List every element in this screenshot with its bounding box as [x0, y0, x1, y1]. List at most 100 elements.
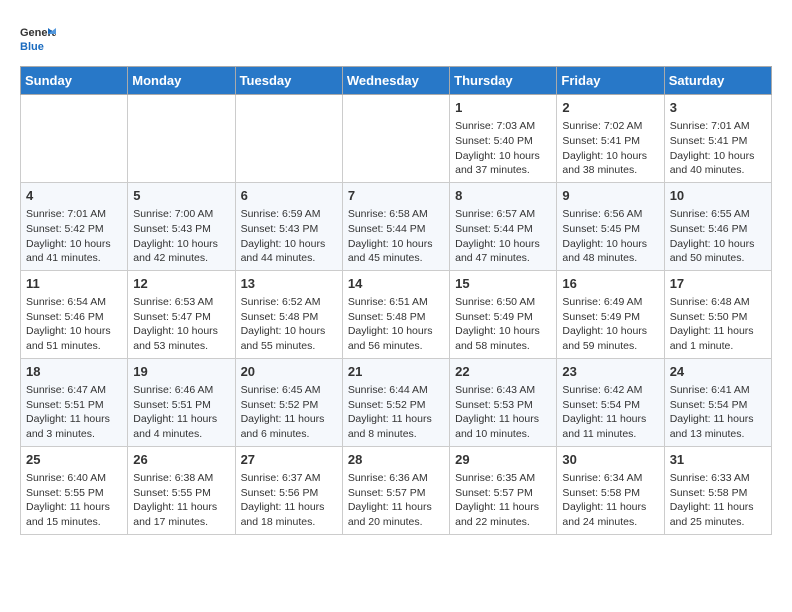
- day-info: and 56 minutes.: [348, 339, 444, 354]
- day-info: Sunrise: 7:03 AM: [455, 119, 551, 134]
- day-info: and 18 minutes.: [241, 515, 337, 530]
- calendar-cell: 22Sunrise: 6:43 AMSunset: 5:53 PMDayligh…: [450, 358, 557, 446]
- calendar-cell: 21Sunrise: 6:44 AMSunset: 5:52 PMDayligh…: [342, 358, 449, 446]
- day-number: 6: [241, 187, 337, 205]
- day-info: Sunrise: 6:44 AM: [348, 383, 444, 398]
- day-info: and 1 minute.: [670, 339, 766, 354]
- day-info: Daylight: 10 hours: [133, 324, 229, 339]
- day-info: Sunrise: 6:57 AM: [455, 207, 551, 222]
- day-info: and 8 minutes.: [348, 427, 444, 442]
- calendar-cell: 28Sunrise: 6:36 AMSunset: 5:57 PMDayligh…: [342, 446, 449, 534]
- day-number: 20: [241, 363, 337, 381]
- day-info: Sunrise: 6:48 AM: [670, 295, 766, 310]
- day-number: 23: [562, 363, 658, 381]
- day-info: Sunset: 5:44 PM: [455, 222, 551, 237]
- day-info: and 4 minutes.: [133, 427, 229, 442]
- day-info: and 24 minutes.: [562, 515, 658, 530]
- day-info: and 48 minutes.: [562, 251, 658, 266]
- calendar-cell: 3Sunrise: 7:01 AMSunset: 5:41 PMDaylight…: [664, 95, 771, 183]
- day-info: Sunrise: 6:59 AM: [241, 207, 337, 222]
- day-number: 11: [26, 275, 122, 293]
- day-number: 8: [455, 187, 551, 205]
- calendar-cell: 23Sunrise: 6:42 AMSunset: 5:54 PMDayligh…: [557, 358, 664, 446]
- day-info: Sunrise: 6:51 AM: [348, 295, 444, 310]
- day-info: Sunset: 5:49 PM: [562, 310, 658, 325]
- day-info: and 22 minutes.: [455, 515, 551, 530]
- day-info: Sunrise: 7:01 AM: [26, 207, 122, 222]
- day-info: Sunset: 5:52 PM: [348, 398, 444, 413]
- page-header: General Blue: [20, 20, 772, 56]
- day-info: and 25 minutes.: [670, 515, 766, 530]
- week-row-2: 4Sunrise: 7:01 AMSunset: 5:42 PMDaylight…: [21, 182, 772, 270]
- day-info: Sunrise: 6:47 AM: [26, 383, 122, 398]
- day-info: Sunset: 5:48 PM: [241, 310, 337, 325]
- day-info: Sunrise: 6:46 AM: [133, 383, 229, 398]
- day-number: 17: [670, 275, 766, 293]
- calendar-cell: 13Sunrise: 6:52 AMSunset: 5:48 PMDayligh…: [235, 270, 342, 358]
- day-info: Sunrise: 6:35 AM: [455, 471, 551, 486]
- day-info: Sunset: 5:41 PM: [562, 134, 658, 149]
- calendar-cell: 24Sunrise: 6:41 AMSunset: 5:54 PMDayligh…: [664, 358, 771, 446]
- day-info: Sunrise: 6:54 AM: [26, 295, 122, 310]
- day-info: Sunset: 5:40 PM: [455, 134, 551, 149]
- day-info: Daylight: 11 hours: [26, 412, 122, 427]
- day-info: Daylight: 11 hours: [348, 412, 444, 427]
- day-info: Sunset: 5:41 PM: [670, 134, 766, 149]
- week-row-1: 1Sunrise: 7:03 AMSunset: 5:40 PMDaylight…: [21, 95, 772, 183]
- day-info: and 41 minutes.: [26, 251, 122, 266]
- day-number: 15: [455, 275, 551, 293]
- calendar-cell: 4Sunrise: 7:01 AMSunset: 5:42 PMDaylight…: [21, 182, 128, 270]
- calendar-cell: 31Sunrise: 6:33 AMSunset: 5:58 PMDayligh…: [664, 446, 771, 534]
- day-info: Sunset: 5:50 PM: [670, 310, 766, 325]
- header-monday: Monday: [128, 67, 235, 95]
- day-info: Sunset: 5:57 PM: [348, 486, 444, 501]
- day-info: Sunset: 5:42 PM: [26, 222, 122, 237]
- day-info: Sunset: 5:45 PM: [562, 222, 658, 237]
- day-number: 28: [348, 451, 444, 469]
- day-info: and 42 minutes.: [133, 251, 229, 266]
- day-info: Daylight: 11 hours: [562, 500, 658, 515]
- day-info: Sunrise: 6:49 AM: [562, 295, 658, 310]
- calendar-cell: 1Sunrise: 7:03 AMSunset: 5:40 PMDaylight…: [450, 95, 557, 183]
- logo-icon: General Blue: [20, 20, 56, 56]
- calendar-cell: 8Sunrise: 6:57 AMSunset: 5:44 PMDaylight…: [450, 182, 557, 270]
- calendar-cell: 14Sunrise: 6:51 AMSunset: 5:48 PMDayligh…: [342, 270, 449, 358]
- day-info: Sunset: 5:56 PM: [241, 486, 337, 501]
- calendar-cell: 25Sunrise: 6:40 AMSunset: 5:55 PMDayligh…: [21, 446, 128, 534]
- day-info: and 47 minutes.: [455, 251, 551, 266]
- day-info: Sunrise: 6:56 AM: [562, 207, 658, 222]
- day-info: and 10 minutes.: [455, 427, 551, 442]
- day-info: and 17 minutes.: [133, 515, 229, 530]
- day-info: and 55 minutes.: [241, 339, 337, 354]
- day-info: Sunset: 5:49 PM: [455, 310, 551, 325]
- calendar-cell: [21, 95, 128, 183]
- day-info: Daylight: 11 hours: [455, 500, 551, 515]
- calendar-cell: 30 Sunrise: 6:34 AMSunset: 5:58 PMDayligh…: [557, 446, 664, 534]
- day-info: Sunset: 5:58 PM: [562, 486, 658, 501]
- day-info: and 13 minutes.: [670, 427, 766, 442]
- day-info: Sunset: 5:51 PM: [133, 398, 229, 413]
- week-row-3: 11Sunrise: 6:54 AMSunset: 5:46 PMDayligh…: [21, 270, 772, 358]
- calendar-cell: [235, 95, 342, 183]
- day-info: and 53 minutes.: [133, 339, 229, 354]
- day-number: 22: [455, 363, 551, 381]
- calendar-cell: 10Sunrise: 6:55 AMSunset: 5:46 PMDayligh…: [664, 182, 771, 270]
- day-number: 19: [133, 363, 229, 381]
- svg-text:Blue: Blue: [20, 41, 44, 53]
- calendar-cell: 11Sunrise: 6:54 AMSunset: 5:46 PMDayligh…: [21, 270, 128, 358]
- day-number: 25: [26, 451, 122, 469]
- day-info: Sunrise: 7:02 AM: [562, 119, 658, 134]
- day-info: Sunrise: 6:43 AM: [455, 383, 551, 398]
- day-info: Daylight: 10 hours: [133, 237, 229, 252]
- day-info: Daylight: 11 hours: [348, 500, 444, 515]
- day-info: Sunrise: 6:34 AM: [562, 471, 658, 486]
- day-info: and 59 minutes.: [562, 339, 658, 354]
- day-info: and 20 minutes.: [348, 515, 444, 530]
- day-number: 27: [241, 451, 337, 469]
- calendar-cell: 7Sunrise: 6:58 AMSunset: 5:44 PMDaylight…: [342, 182, 449, 270]
- calendar-cell: [128, 95, 235, 183]
- calendar-cell: 15Sunrise: 6:50 AMSunset: 5:49 PMDayligh…: [450, 270, 557, 358]
- week-row-4: 18Sunrise: 6:47 AMSunset: 5:51 PMDayligh…: [21, 358, 772, 446]
- day-number: 31: [670, 451, 766, 469]
- day-number: 30: [562, 451, 658, 469]
